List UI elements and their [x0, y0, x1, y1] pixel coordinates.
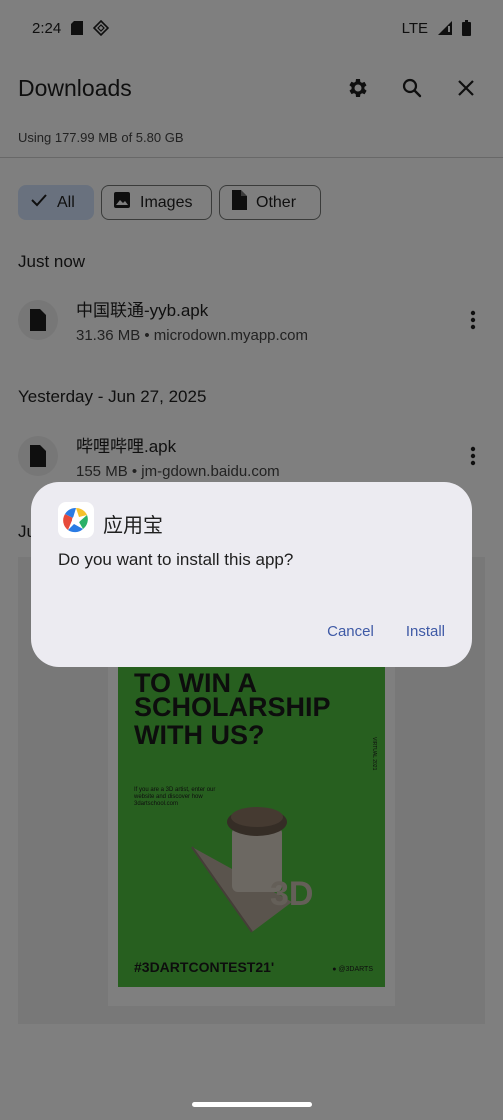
- app-icon: [58, 502, 94, 538]
- dialog-title: 应用宝: [103, 515, 163, 537]
- install-dialog: 应用宝 Do you want to install this app? Can…: [31, 482, 472, 667]
- dialog-message: Do you want to install this app?: [58, 550, 294, 569]
- gesture-nav-handle[interactable]: [192, 1102, 312, 1107]
- cancel-button[interactable]: Cancel: [327, 623, 374, 640]
- install-button[interactable]: Install: [406, 623, 445, 640]
